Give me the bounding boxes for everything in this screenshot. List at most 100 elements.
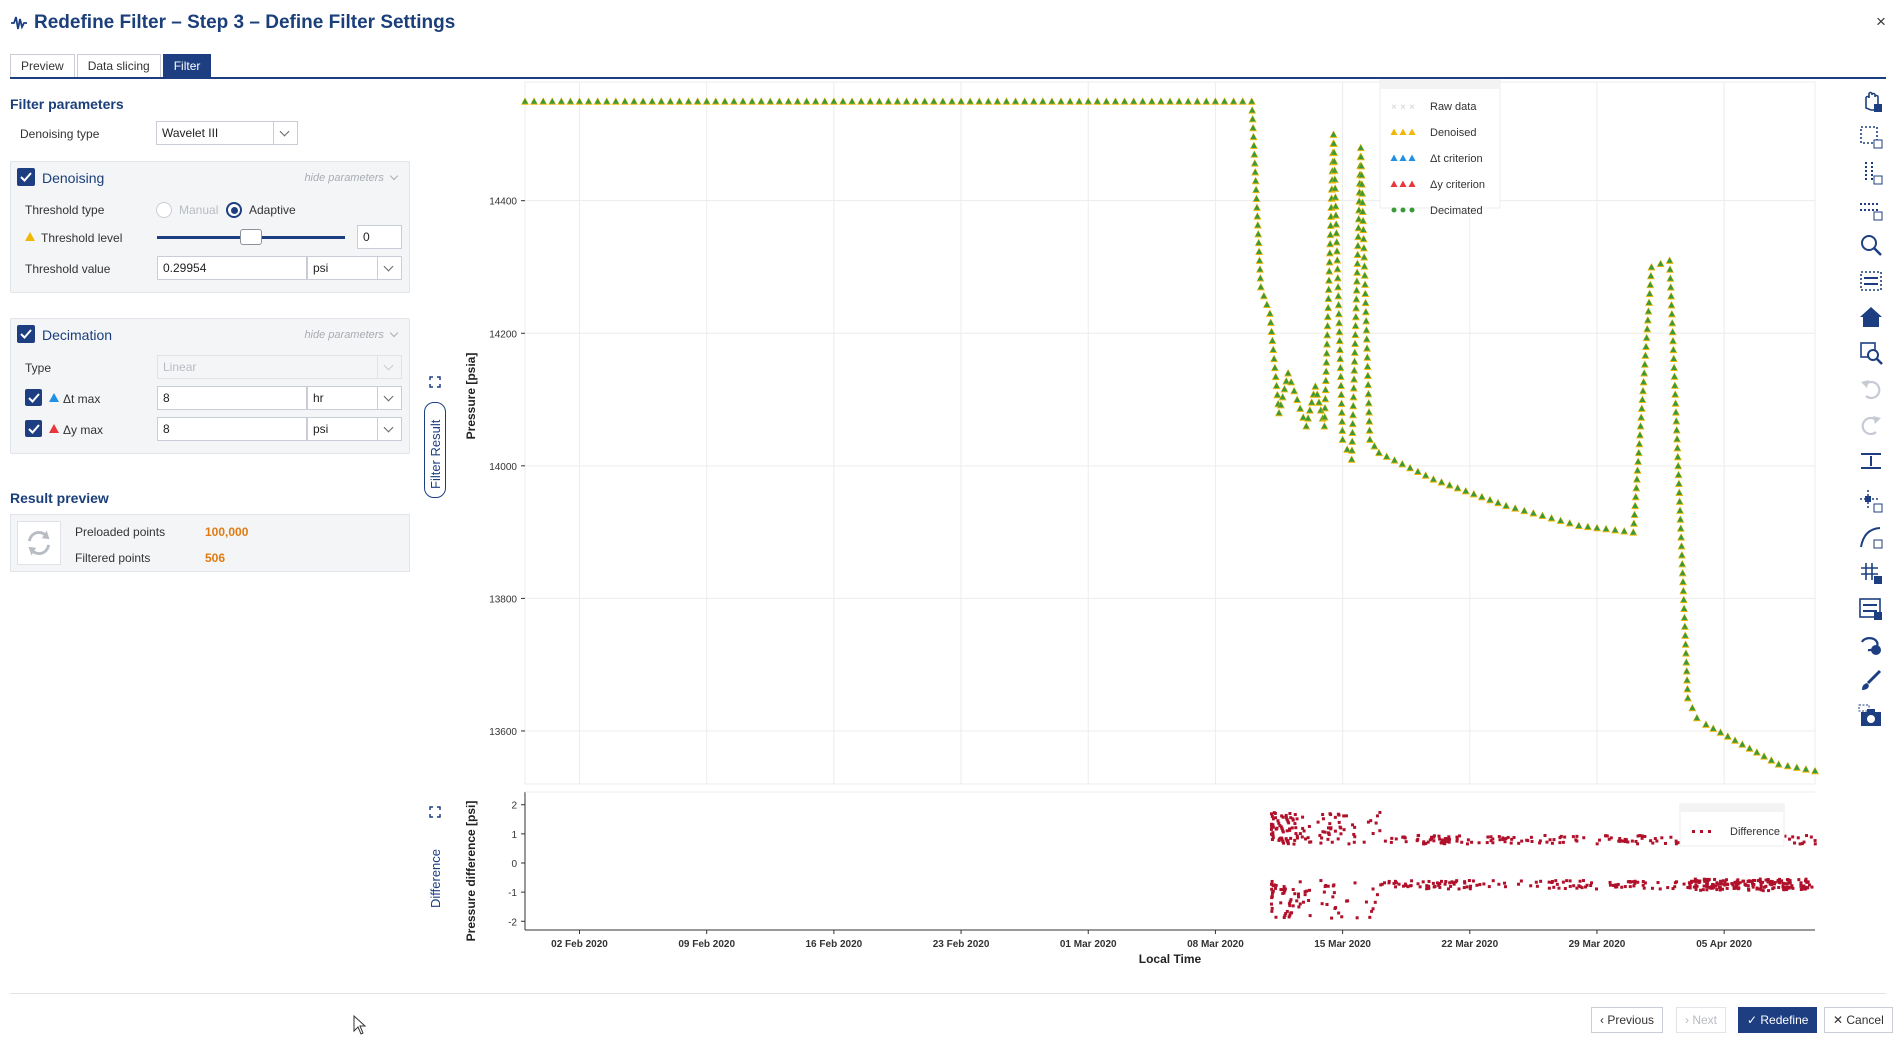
difference-marker (1487, 885, 1491, 889)
decimated-marker (1139, 98, 1146, 104)
decimated-marker (1672, 400, 1679, 406)
decimated-marker (1630, 520, 1637, 526)
box-select-tool[interactable] (1858, 124, 1884, 150)
dy-unit-select[interactable]: psi (307, 417, 402, 441)
difference-marker (1529, 835, 1533, 839)
decimated-marker (522, 98, 528, 104)
lasso-tool[interactable] (1858, 632, 1884, 658)
denoising-type-select[interactable]: Wavelet III (156, 121, 298, 145)
dy-max-value: 8 (163, 422, 170, 436)
refresh-button[interactable] (17, 521, 61, 565)
difference-marker (1813, 842, 1817, 846)
difference-marker (1550, 879, 1554, 883)
decimation-checkbox[interactable] (17, 325, 35, 343)
difference-marker (1443, 842, 1447, 846)
point-select-tool[interactable] (1858, 488, 1884, 514)
difference-marker (1355, 916, 1359, 920)
decimated-marker (1360, 244, 1367, 251)
tab-data-slicing[interactable]: Data slicing (76, 54, 161, 78)
previous-button[interactable]: ‹ Previous (1591, 1007, 1664, 1033)
chevron-down-icon (389, 328, 399, 338)
difference-marker (1582, 836, 1586, 840)
cancel-button[interactable]: ✕ Cancel (1824, 1007, 1893, 1033)
zoom-tool[interactable] (1858, 232, 1884, 258)
dy-unit: psi (313, 422, 329, 436)
dt-max-checkbox[interactable] (25, 389, 42, 406)
difference-marker (1389, 840, 1393, 844)
close-icon[interactable]: × (1876, 12, 1886, 32)
curve-tool[interactable] (1858, 524, 1884, 550)
decimated-marker (1603, 525, 1610, 532)
threshold-level-label: Threshold level (41, 231, 123, 245)
decimated-marker (1363, 336, 1370, 342)
decimated-marker (1446, 481, 1453, 488)
difference-marker (1295, 817, 1299, 821)
y-tick-label: -2 (508, 917, 517, 928)
threshold-level-input[interactable]: 0 (357, 225, 402, 249)
decimated-marker (1362, 308, 1369, 315)
decimated-marker (1671, 373, 1678, 379)
threshold-unit-select[interactable]: psi (307, 256, 402, 280)
decimation-hide-parameters[interactable]: hide parameters (304, 328, 399, 341)
decimated-marker (658, 98, 665, 104)
decimated-marker (1167, 98, 1173, 104)
threshold-value-input[interactable]: 0.29954 (157, 256, 307, 280)
difference-chart[interactable]: -2 -1 0 1 2 Pressure difference [psi] 02 Feb 2… (440, 790, 1860, 1030)
undo-tool[interactable] (1858, 376, 1884, 402)
home-tool[interactable] (1858, 304, 1884, 330)
redo-tool[interactable] (1858, 412, 1884, 438)
difference-marker (1575, 839, 1579, 843)
manual-radio[interactable] (156, 202, 172, 218)
dy-max-input[interactable]: 8 (157, 417, 307, 441)
box-zoom-tool[interactable] (1858, 268, 1884, 294)
next-button[interactable]: › Next (1676, 1007, 1727, 1033)
decimation-type-select: Linear (157, 355, 402, 379)
denoising-hide-parameters[interactable]: hide parameters (304, 171, 399, 184)
dy-max-checkbox[interactable] (25, 420, 42, 437)
decimated-marker (858, 98, 865, 104)
adaptive-radio[interactable] (226, 202, 242, 218)
decimated-marker (1322, 377, 1329, 383)
decimated-marker (1326, 268, 1333, 274)
difference-marker (1781, 881, 1785, 885)
difference-marker (1418, 885, 1422, 889)
difference-marker (1327, 833, 1331, 837)
threshold-slider-handle[interactable] (240, 229, 262, 245)
tab-filter[interactable]: Filter (162, 54, 212, 78)
difference-marker (1303, 893, 1307, 897)
redefine-button[interactable]: ✓ Redefine (1738, 1007, 1818, 1033)
decimated-marker (1012, 98, 1019, 104)
decimated-marker (1566, 520, 1573, 526)
y-select-tool[interactable] (1858, 160, 1884, 186)
tab-preview[interactable]: Preview (10, 54, 75, 78)
difference-marker (1630, 839, 1634, 843)
decimated-marker (1675, 480, 1682, 487)
legend-header (1680, 804, 1784, 812)
difference-marker (1485, 841, 1489, 845)
crosshair-tool[interactable] (1858, 448, 1884, 474)
decimated-marker (1530, 510, 1537, 516)
difference-marker (1316, 820, 1320, 824)
chevron-down-icon (273, 122, 297, 144)
difference-marker (1465, 842, 1469, 846)
zoom-region-tool[interactable] (1858, 340, 1884, 366)
decimated-marker (1257, 283, 1264, 290)
dt-max-input[interactable]: 8 (157, 386, 307, 410)
difference-marker (1298, 832, 1302, 836)
x-select-tool[interactable] (1858, 196, 1884, 222)
grid-tool[interactable] (1858, 560, 1884, 586)
dt-unit-select[interactable]: hr (307, 386, 402, 410)
decimated-marker (1321, 423, 1328, 429)
decimated-marker (1512, 505, 1519, 511)
pan-tool[interactable] (1858, 88, 1884, 114)
point-select-icon (1860, 490, 1883, 513)
filter-result-chart[interactable]: 13600 13800 14000 14200 14400 Pressure [psia]… (440, 70, 1860, 790)
difference-marker (1658, 887, 1662, 891)
decimated-marker (1717, 729, 1724, 735)
difference-marker (1550, 841, 1554, 845)
difference-marker (1581, 879, 1585, 883)
legend-tool[interactable] (1858, 596, 1884, 622)
camera-tool[interactable] (1858, 704, 1884, 730)
brush-tool[interactable] (1858, 668, 1884, 694)
denoising-checkbox[interactable] (17, 168, 35, 186)
